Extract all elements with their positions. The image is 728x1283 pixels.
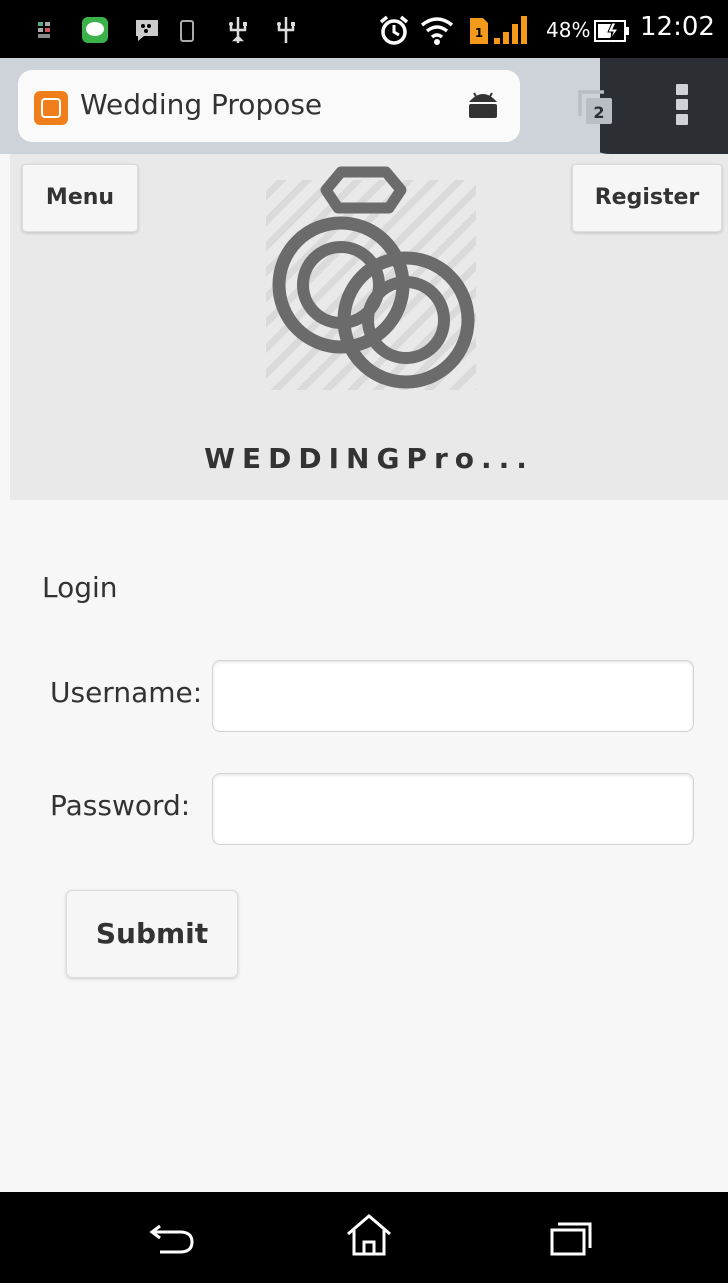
tabs-count-button[interactable]: 2 [574,86,616,128]
battery-charging-icon [594,20,629,42]
status-bar: 1 48% 12:02 [0,0,728,58]
submit-button[interactable]: Submit [66,890,238,978]
wedding-rings-logo [246,160,496,414]
bbm-icon [136,20,158,41]
site-favicon-icon [34,91,68,125]
tabs-count: 2 [593,103,604,122]
wifi-icon [420,17,454,45]
home-icon[interactable] [344,1212,394,1258]
cell-signal-icon [494,16,527,44]
usb-debug-icon [277,17,295,43]
tab-title[interactable]: Wedding Propose [80,88,322,121]
phone-icon [180,20,194,42]
signal-apps-icon [38,22,50,38]
clock: 12:02 [640,12,715,42]
svg-text:1: 1 [475,26,483,40]
brand-text: WEDDINGPro... [204,442,534,475]
username-input[interactable] [212,660,694,732]
username-label: Username: [50,676,203,709]
login-heading: Login [42,571,118,604]
menu-button[interactable]: Menu [22,164,138,232]
line-icon [82,17,108,43]
usb-icon [229,17,247,43]
overflow-menu-icon[interactable] [676,84,690,128]
back-icon[interactable] [148,1218,196,1258]
battery-percent: 48% [546,18,591,42]
password-input[interactable] [212,773,694,845]
register-button[interactable]: Register [572,164,722,232]
recent-apps-icon[interactable] [548,1218,596,1258]
alarm-icon [379,15,409,45]
password-label: Password: [50,789,191,822]
android-icon[interactable] [466,88,500,120]
sim-icon: 1 [470,18,488,44]
